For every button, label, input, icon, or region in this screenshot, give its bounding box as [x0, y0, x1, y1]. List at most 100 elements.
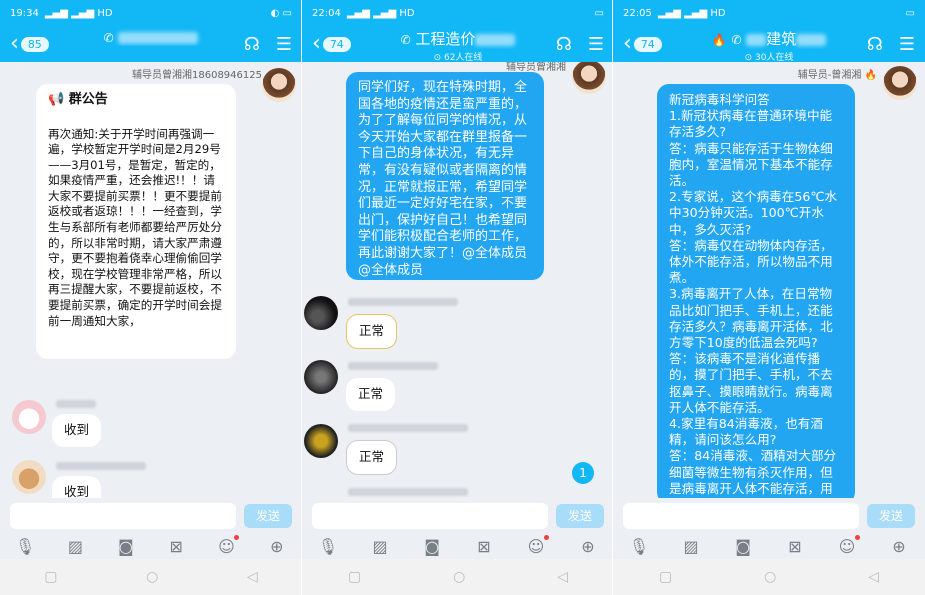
gift-icon[interactable]: ⊠ — [784, 537, 806, 556]
chat-screen-report: 22:04 ▂▄▆ ▂▄▆ HD ▭ ‹ 74 ✆ 工程造价 ⊙ 62人在线 ☊… — [302, 0, 614, 595]
group-notice-card[interactable]: 📢 群公告 再次通知:关于开学时间再强调一遍，学校暂定开学时间是2月29号——3… — [36, 84, 236, 359]
input-toolbar: 🎙 ▨ ◙ ⊠ ☺ ⊕ — [302, 533, 614, 559]
call-icon[interactable]: ☊ — [867, 34, 883, 55]
reply-bubble[interactable]: 收到 — [52, 476, 102, 498]
reply-bubble[interactable]: 正常 — [346, 378, 396, 411]
camera-icon[interactable]: ◙ — [115, 537, 137, 556]
teacher-message-bubble[interactable]: 同学们好，现在特殊时期，全国各地的疫情还是蛮严重的，为了了解每位同学的情况，从今… — [346, 72, 544, 280]
teacher-avatar[interactable] — [572, 62, 606, 94]
user-avatar[interactable] — [12, 400, 46, 434]
status-battery: ▭ — [905, 7, 915, 19]
back-button[interactable]: ‹ 85 — [10, 31, 49, 56]
menu-icon[interactable]: ☰ — [899, 34, 915, 55]
camera-icon[interactable]: ◙ — [732, 537, 754, 556]
back-nav-icon[interactable]: ◁ — [868, 569, 879, 585]
blurred-title — [746, 33, 767, 46]
plus-icon[interactable]: ⊕ — [888, 537, 910, 556]
sender-name-text: 辅导员-曾湘湘 — [797, 70, 862, 81]
chat-title: 🔥 ✆ 建筑 — [683, 28, 855, 49]
plus-icon[interactable]: ⊕ — [266, 537, 288, 556]
blurred-name — [348, 298, 458, 306]
chat-screen-notice: 19:34 ▂▄▆ ▂▄▆ HD ◐ ▭ ‹ 85 ✆ ☊ ☰ 辅导员曾湘湘18… — [0, 0, 302, 595]
recents-icon[interactable]: ▢ — [44, 569, 57, 585]
teacher-avatar[interactable] — [262, 68, 296, 102]
chat-title: ✆ — [70, 28, 232, 46]
send-button[interactable]: 发送 — [244, 503, 292, 528]
send-button[interactable]: 发送 — [556, 503, 604, 528]
user-avatar[interactable] — [12, 460, 46, 494]
chat-screen-qa: 22:05 ▂▄▆ ▂▄▆ HD ▭ ‹ 74 🔥 ✆ 建筑 ⊙ 30人在线 ☊… — [613, 0, 925, 595]
message-list[interactable]: 辅导员曾湘湘18608946125 📢 群公告 再次通知:关于开学时间再强调一遍… — [0, 62, 302, 498]
recents-icon[interactable]: ▢ — [348, 569, 361, 585]
phone-icon: ✆ — [400, 33, 411, 47]
flame-icon: 🔥 — [711, 33, 727, 47]
image-icon[interactable]: ▨ — [64, 537, 86, 556]
microphone-icon[interactable]: 🎙 — [317, 537, 339, 556]
teacher-message-bubble[interactable]: 新冠病毒科学问答 1.新冠状病毒在普通环境中能存活多久? 答：病毒只能存活于生物… — [657, 84, 855, 498]
chat-title-text: 建筑 — [766, 30, 797, 48]
back-button[interactable]: ‹ 74 — [623, 33, 662, 55]
home-icon[interactable]: ○ — [764, 569, 776, 585]
home-icon[interactable]: ○ — [453, 569, 465, 585]
reply-bubble[interactable]: 正常 — [346, 440, 398, 475]
message-list[interactable]: 辅导员-曾湘湘 🔥 新冠病毒科学问答 1.新冠状病毒在普通环境中能存活多久? 答… — [613, 62, 925, 498]
menu-icon[interactable]: ☰ — [588, 34, 604, 55]
message-input[interactable] — [623, 502, 859, 529]
input-toolbar: 🎙 ▨ ◙ ⊠ ☺ ⊕ — [613, 533, 925, 559]
status-bar: 22:04 ▂▄▆ ▂▄▆ HD ▭ — [302, 0, 614, 26]
reply-bubble[interactable]: 正常 — [346, 314, 398, 349]
status-time: 19:34 — [10, 7, 39, 19]
notification-dot — [855, 534, 860, 540]
back-nav-icon[interactable]: ◁ — [247, 569, 258, 585]
recents-icon[interactable]: ▢ — [659, 569, 672, 585]
status-signal: ▂▄▆ ▂▄▆ HD — [44, 7, 113, 19]
input-bar: 发送 — [0, 498, 302, 533]
emoji-icon[interactable]: ☺ — [525, 534, 549, 556]
chat-title-area: 🔥 ✆ 建筑 ⊙ 30人在线 — [683, 28, 855, 63]
chat-header: ‹ 74 🔥 ✆ 建筑 ⊙ 30人在线 ☊ ☰ — [613, 26, 925, 63]
message-list[interactable]: 辅导员曾湘湘 同学们好，现在特殊时期，全国各地的疫情还是蛮严重的，为了了解每位同… — [302, 62, 614, 498]
status-time: 22:04 — [312, 7, 341, 19]
emoji-icon[interactable]: ☺ — [836, 534, 860, 556]
notice-body: 再次通知:关于开学时间再强调一遍，学校暂定开学时间是2月29号——3月01号，是… — [48, 126, 222, 328]
unread-count-badge: 85 — [20, 36, 49, 52]
user-avatar[interactable] — [304, 296, 338, 330]
teacher-avatar[interactable] — [883, 66, 917, 100]
chat-header: ‹ 85 ✆ ☊ ☰ — [0, 26, 302, 62]
home-icon[interactable]: ○ — [146, 569, 158, 585]
message-input[interactable] — [312, 502, 548, 529]
reply-bubble[interactable]: 收到 — [52, 414, 102, 447]
phone-icon: ✆ — [103, 31, 114, 45]
microphone-icon[interactable]: 🎙 — [628, 537, 650, 556]
plus-icon[interactable]: ⊕ — [577, 537, 599, 556]
back-nav-icon[interactable]: ◁ — [557, 569, 568, 585]
system-nav-bar: ▢ ○ ◁ — [0, 559, 302, 595]
message-input[interactable] — [10, 502, 236, 529]
menu-icon[interactable]: ☰ — [276, 34, 292, 55]
blurred-name — [56, 400, 96, 408]
gift-icon[interactable]: ⊠ — [165, 537, 187, 556]
sender-name: 辅导员-曾湘湘 🔥 — [798, 66, 877, 81]
unread-count-badge: 74 — [322, 36, 351, 52]
microphone-icon[interactable]: 🎙 — [14, 537, 36, 556]
send-button[interactable]: 发送 — [867, 503, 915, 528]
header-actions: ☊ ☰ — [556, 34, 604, 55]
notice-title: 📢 群公告 — [48, 92, 224, 109]
emoji-icon[interactable]: ☺ — [215, 534, 240, 556]
notice-title-text: 群公告 — [68, 92, 108, 107]
blurred-name — [56, 462, 146, 470]
megaphone-icon: 📢 — [48, 92, 65, 107]
camera-icon[interactable]: ◙ — [421, 537, 443, 556]
gift-icon[interactable]: ⊠ — [473, 537, 495, 556]
back-button[interactable]: ‹ 74 — [312, 33, 351, 55]
image-icon[interactable]: ▨ — [369, 537, 391, 556]
user-avatar[interactable] — [304, 424, 338, 458]
chevron-left-icon: ‹ — [10, 31, 19, 56]
new-message-badge[interactable]: 1 — [572, 462, 594, 484]
image-icon[interactable]: ▨ — [680, 537, 702, 556]
blurred-title — [796, 33, 827, 46]
call-icon[interactable]: ☊ — [244, 34, 260, 55]
status-battery: ◐ ▭ — [270, 7, 292, 19]
call-icon[interactable]: ☊ — [556, 34, 572, 55]
user-avatar[interactable] — [304, 360, 338, 394]
